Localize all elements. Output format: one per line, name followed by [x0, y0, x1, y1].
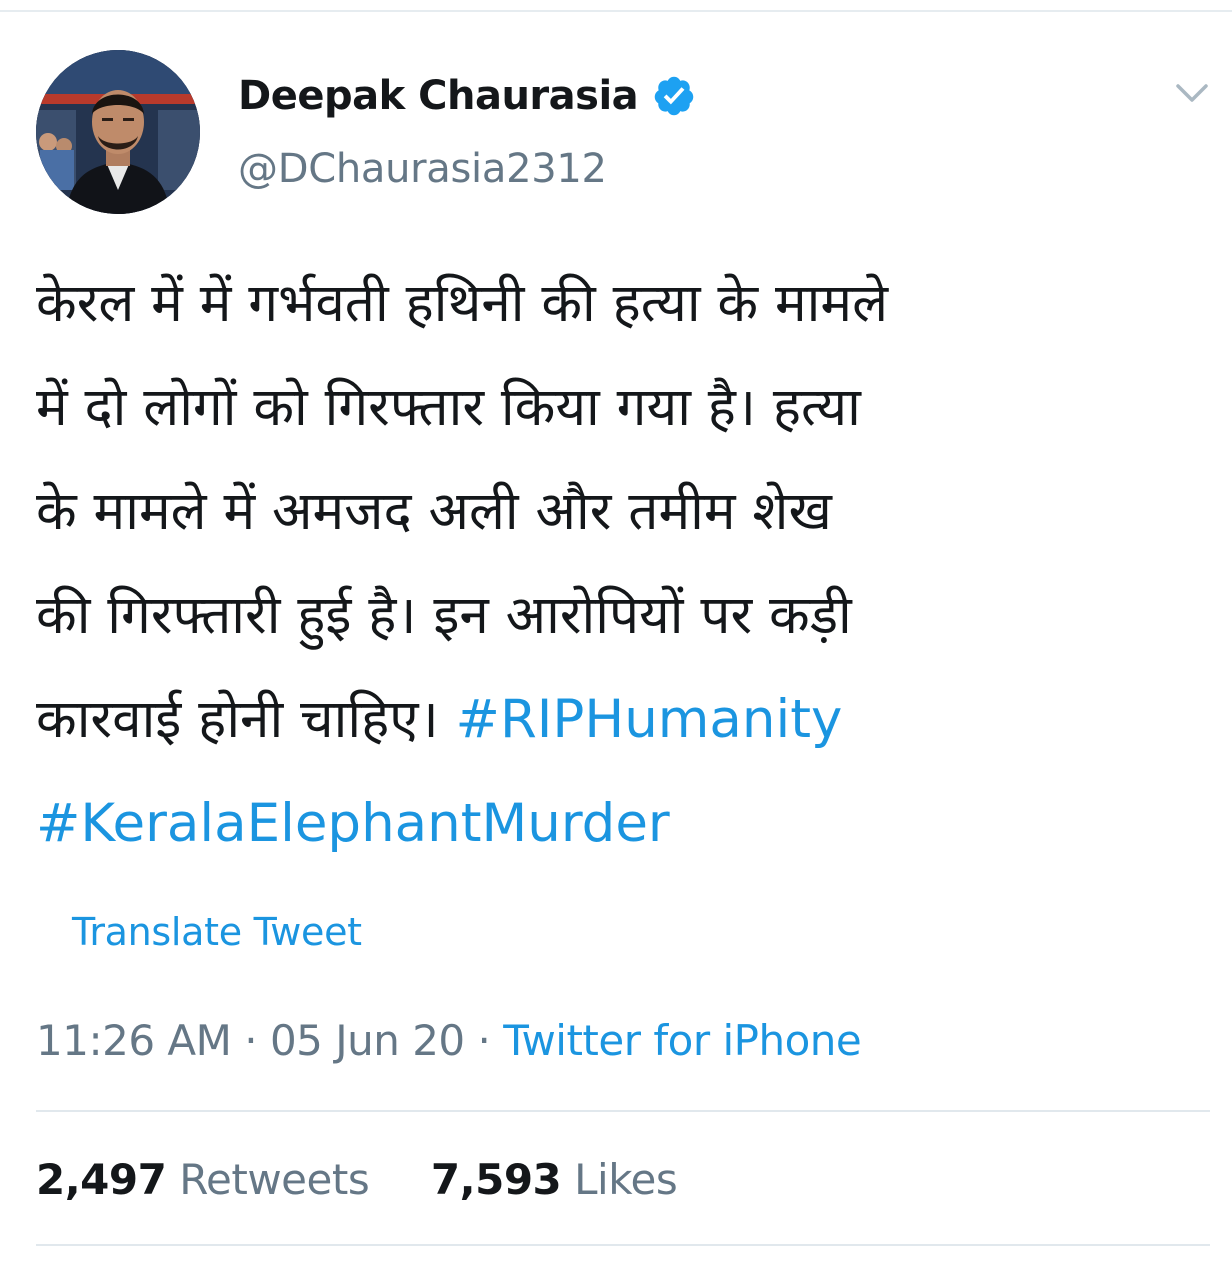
tweet-metadata: 11:26 AM · 05 Jun 20 · Twitter for iPhon… — [36, 1016, 862, 1065]
tweet-text-line: कारवाई होनी चाहिए। #RIPHumanity — [36, 668, 1196, 772]
author-name-row[interactable]: Deepak Chaurasia — [238, 66, 696, 126]
avatar-image — [36, 50, 200, 214]
display-name[interactable]: Deepak Chaurasia — [238, 73, 639, 119]
divider — [36, 1244, 1210, 1246]
tweet-text-line: #KeralaElephantMurder — [36, 772, 1196, 876]
tweet-date: 05 Jun 20 — [269, 1016, 465, 1065]
hashtag-link[interactable]: #RIPHumanity — [456, 689, 843, 750]
retweets-label: Retweets — [179, 1155, 370, 1204]
avatar[interactable] — [36, 50, 200, 214]
tweet-time: 11:26 AM — [36, 1016, 232, 1065]
likes-stat[interactable]: 7,593 Likes — [430, 1155, 678, 1204]
meta-separator: · — [477, 1016, 491, 1065]
tweet-stats: 2,497 Retweets 7,593 Likes — [36, 1155, 678, 1204]
top-divider — [0, 10, 1232, 12]
author-handle[interactable]: @DChaurasia2312 — [238, 146, 607, 192]
tweet-text: केरल में में गर्भवती हथिनी की हत्या के म… — [36, 252, 1196, 876]
likes-label: Likes — [574, 1155, 678, 1204]
tweet-text-line: के मामले में अमजद अली और तमीम शेख — [36, 481, 832, 542]
tweet-text-line: की गिरफ्तारी हुई है। इन आरोपियों पर कड़ी — [36, 585, 852, 646]
tweet-text-line: केरल में में गर्भवती हथिनी की हत्या के म… — [36, 273, 889, 334]
hashtag-link[interactable]: #KeralaElephantMurder — [36, 793, 670, 854]
divider — [36, 1110, 1210, 1112]
verified-badge-icon — [652, 74, 696, 118]
likes-count: 7,593 — [430, 1155, 562, 1204]
retweets-stat[interactable]: 2,497 Retweets — [36, 1155, 382, 1204]
chevron-down-icon[interactable] — [1172, 78, 1212, 108]
tweet-source-link[interactable]: Twitter for iPhone — [503, 1016, 862, 1065]
translate-tweet-link[interactable]: Translate Tweet — [72, 910, 362, 954]
tweet-text-line: में दो लोगों को गिरफ्तार किया गया है। हत… — [36, 377, 861, 438]
tweet-text-segment: कारवाई होनी चाहिए। — [36, 689, 456, 750]
meta-separator: · — [244, 1016, 258, 1065]
retweets-count: 2,497 — [36, 1155, 167, 1204]
